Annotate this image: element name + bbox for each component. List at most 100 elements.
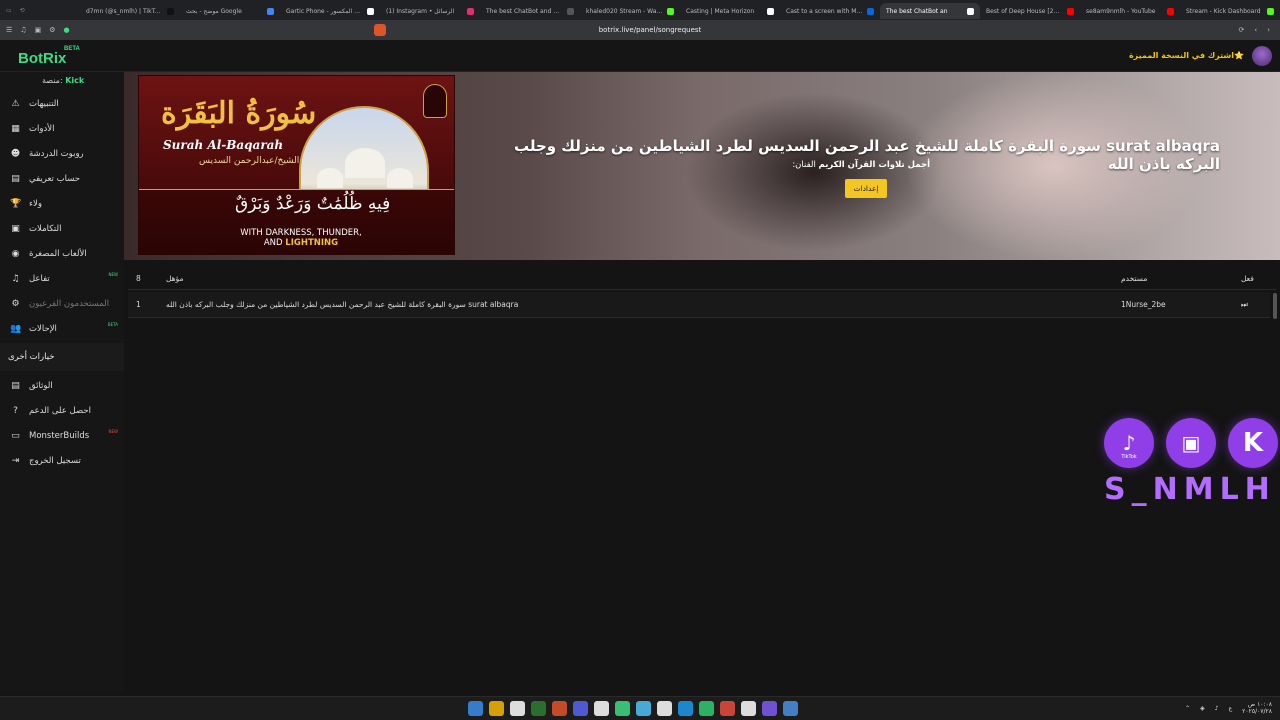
- browser-tab[interactable]: Cast to a screen with Meta: [780, 3, 880, 19]
- browser-tab[interactable]: khaled020 Stream - Watch: [580, 3, 680, 19]
- thumb-english-title: Surah Al-Baqarah: [163, 138, 284, 152]
- sidebar-item-label: الأدوات: [29, 123, 55, 134]
- taskbar-app-icon[interactable]: [783, 701, 798, 716]
- brave-shield-icon[interactable]: [374, 24, 386, 36]
- volume-icon[interactable]: ♪: [1215, 705, 1219, 712]
- browser-tab[interactable]: (1) Instagram • الرسائل: [380, 3, 480, 19]
- back-history-icon[interactable]: ⟲: [20, 7, 25, 14]
- sidebar-item-chatbot[interactable]: ☻ روبوت الدردشة: [0, 141, 124, 166]
- tab-favicon-icon: [1067, 7, 1074, 15]
- shield-check-icon[interactable]: ●: [63, 26, 69, 34]
- taskbar-app-icon[interactable]: [657, 701, 672, 716]
- browser-tab[interactable]: The best ChatBot and Widg: [480, 3, 580, 19]
- referrals-icon: 👥: [10, 323, 22, 334]
- thumb-english-text: WITH DARKNESS, THUNDER, AND LIGHTNING: [240, 228, 362, 248]
- back-icon[interactable]: ‹: [1254, 26, 1257, 34]
- tools-icon: ▦: [11, 123, 20, 134]
- taskbar: ⌃ ◈ ♪ ع ١٠:٠٨ ص ٢٠٢٥/٠٧/٢٨: [0, 696, 1280, 720]
- beta-badge: BETA: [64, 46, 80, 52]
- taskbar-app-icon[interactable]: [615, 701, 630, 716]
- taskbar-app-icon[interactable]: [762, 701, 777, 716]
- skip-icon[interactable]: ⏭: [1241, 300, 1248, 310]
- sidebar-item-label: MonsterBuilds: [29, 430, 90, 441]
- taskbar-app-icon[interactable]: [678, 701, 693, 716]
- sidebar-item-label: الإحالات: [29, 323, 57, 334]
- taskbar-app-icon[interactable]: [552, 701, 567, 716]
- taskbar-app-icon[interactable]: [489, 701, 504, 716]
- sidebar-item-label: احصل على الدعم: [29, 405, 91, 416]
- chatbot-icon: ☻: [10, 148, 21, 159]
- taskbar-app-icon[interactable]: [510, 701, 525, 716]
- queue-count: 8: [136, 274, 141, 283]
- taskbar-app-icon[interactable]: [531, 701, 546, 716]
- browser-tab[interactable]: The best ChatBot an: [880, 3, 980, 19]
- scrollbar[interactable]: [1273, 293, 1277, 319]
- tab-favicon-icon: [1267, 7, 1274, 15]
- screenshot-icon[interactable]: ▣: [35, 26, 42, 34]
- browser-tab[interactable]: Best of Deep House [2025]: [980, 3, 1080, 19]
- botrix-logo[interactable]: BotRix BETA: [18, 46, 80, 67]
- sidebar-item-tools[interactable]: ▦ الأدوات: [0, 116, 124, 141]
- app-header: BotRix BETA اشترك في النسخة المميزة⭐: [0, 40, 1280, 72]
- toolbar-left: ☰ ♫ ▣ ⚙ ●: [0, 26, 120, 34]
- sidebar-item-label: تسجيل الخروج: [29, 455, 81, 466]
- menu-icon[interactable]: ☰: [6, 26, 12, 34]
- logout-icon: ⇥: [11, 455, 20, 466]
- url-field[interactable]: botrix.live/panel/songrequest: [370, 23, 930, 37]
- music-icon[interactable]: ♫: [20, 26, 26, 34]
- sidebar-item-profile[interactable]: ▤ حساب تعريفي: [0, 166, 124, 191]
- taskbar-app-icon[interactable]: [468, 701, 483, 716]
- taskbar-app-icon[interactable]: [741, 701, 756, 716]
- queue-table-header: 8 مؤهل مستخدم فعل: [128, 268, 1276, 290]
- sidebar-item-monsterbuilds[interactable]: ▭ MonsterBuilds NEW: [0, 423, 124, 448]
- sidebar-toggle-icon[interactable]: ▭: [6, 7, 12, 14]
- sidebar-item-label: حساب تعريفي: [29, 173, 81, 184]
- sidebar-item-alerts[interactable]: ⚠ التنبيهات: [0, 91, 124, 116]
- tiktok-icon: ♪ TikTok: [1104, 418, 1154, 468]
- sidebar-item-label: المستخدمون الفرعيون: [29, 298, 110, 309]
- settings-button[interactable]: إعدادات: [845, 179, 887, 198]
- taskbar-app-icon[interactable]: [573, 701, 588, 716]
- address-bar: ☰ ♫ ▣ ⚙ ● botrix.live/panel/songrequest …: [0, 20, 1280, 40]
- tab-favicon-icon: [967, 7, 974, 15]
- tab-title: Gartic Phone - الهاتف المكسور: [286, 7, 363, 15]
- forward-icon[interactable]: ›: [1267, 26, 1270, 34]
- avatar[interactable]: [1252, 46, 1272, 66]
- taskbar-app-icon[interactable]: [636, 701, 651, 716]
- reload-icon[interactable]: ⟳: [1239, 26, 1245, 34]
- subusers-icon: ⚙: [11, 298, 20, 309]
- row-user: 1Nurse_2be: [1121, 300, 1166, 309]
- sidebar-item-support[interactable]: ? احصل على الدعم: [0, 398, 124, 423]
- browser-tab-bar: ▭ ⟲ d7mn (@s_nmlh) | TikTok(5) موضح - بحث…: [0, 0, 1280, 20]
- sidebar-item-subusers[interactable]: ⚙ المستخدمون الفرعيون: [0, 291, 124, 316]
- browser-tab[interactable]: موضح - بحث Google: [180, 3, 280, 19]
- window-controls: ▭ ⟲: [0, 0, 80, 20]
- chevron-up-icon[interactable]: ⌃: [1185, 705, 1190, 712]
- sidebar-item-interaction[interactable]: ♫ تفاعل NEW: [0, 266, 124, 291]
- taskbar-app-icon[interactable]: [720, 701, 735, 716]
- sidebar-item-label: ولاء: [29, 198, 42, 209]
- taskbar-app-icon[interactable]: [594, 701, 609, 716]
- clock[interactable]: ١٠:٠٨ ص ٢٠٢٥/٠٧/٢٨: [1242, 701, 1272, 715]
- sidebar-item-integrations[interactable]: ▣ التكاملات: [0, 216, 124, 241]
- taskbar-app-icon[interactable]: [699, 701, 714, 716]
- browser-tab[interactable]: Casting | Meta Horizon: [680, 3, 780, 19]
- extensions-icon[interactable]: ⚙: [49, 26, 55, 34]
- sidebar-item-docs[interactable]: ▤ الوثائق: [0, 373, 124, 398]
- language-indicator[interactable]: ع: [1229, 705, 1233, 712]
- premium-link[interactable]: اشترك في النسخة المميزة⭐: [1129, 51, 1244, 60]
- tab-title: The best ChatBot an: [886, 7, 948, 15]
- sidebar-item-logout[interactable]: ⇥ تسجيل الخروج: [0, 448, 124, 473]
- browser-tab[interactable]: d7mn (@s_nmlh) | TikTok(5): [80, 3, 180, 19]
- browser-tab[interactable]: Gartic Phone - الهاتف المكسور: [280, 3, 380, 19]
- browser-tab[interactable]: Stream - Kick Dashboard: [1180, 3, 1280, 19]
- sidebar-item-loyalty[interactable]: 🏆 ولاء: [0, 191, 124, 216]
- sidebar-item-referrals[interactable]: 👥 الإحالات BETA: [0, 316, 124, 341]
- sidebar-item-minigames[interactable]: ◉ الألعاب المصغرة: [0, 241, 124, 266]
- support-icon: ?: [13, 405, 18, 416]
- network-icon[interactable]: ◈: [1200, 705, 1205, 712]
- sidebar-item-label: الألعاب المصغرة: [29, 248, 87, 259]
- browser-tab[interactable]: se8am9nmlh - YouTube: [1080, 3, 1180, 19]
- badge: BETA: [107, 322, 118, 327]
- header-request: مؤهل: [166, 274, 184, 283]
